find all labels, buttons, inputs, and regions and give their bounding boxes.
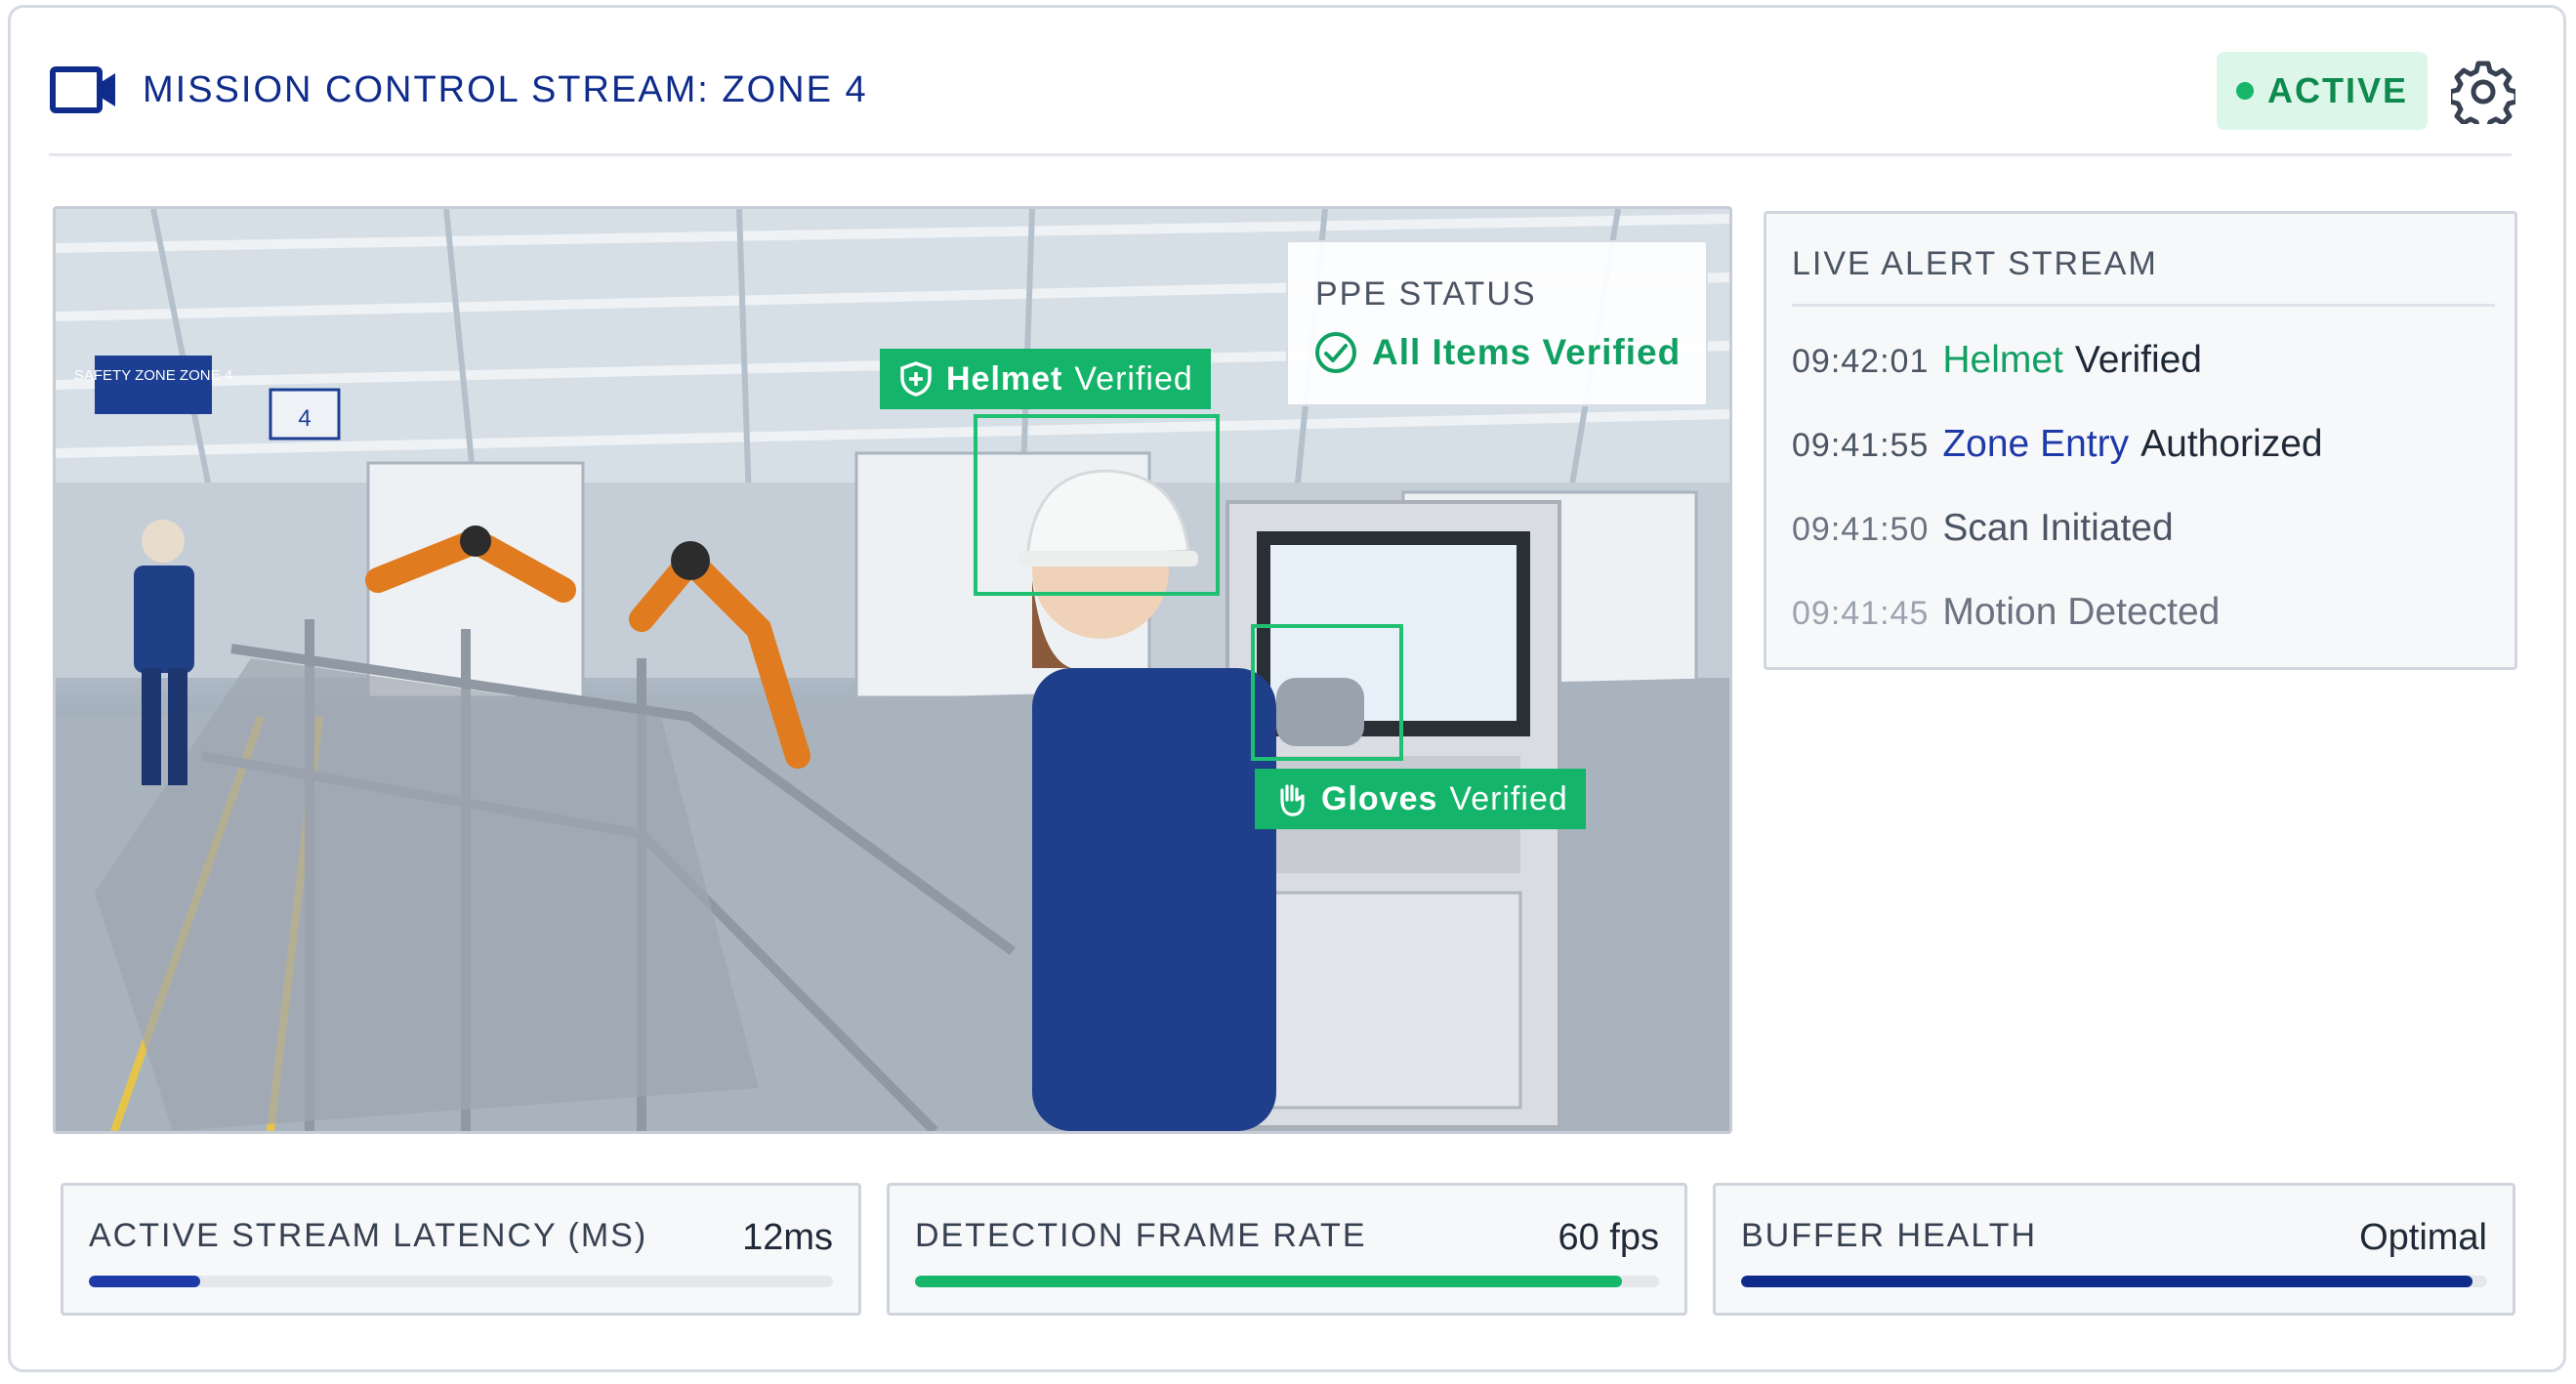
- alert-text: Motion Detected: [1942, 591, 2221, 633]
- sign-text: SAFETY ZONE ZONE 4: [74, 367, 232, 384]
- gloves-detection-item: Gloves: [1321, 779, 1438, 818]
- alert-text: Authorized: [2140, 423, 2323, 465]
- header-divider: [49, 153, 2512, 156]
- camera-feed[interactable]: SAFETY ZONE ZONE 4 4 PPE STATUS All Item…: [53, 206, 1732, 1134]
- helmet-detection-tag[interactable]: Helmet Verified: [880, 349, 1211, 409]
- ppe-status-value-row: All Items Verified: [1313, 330, 1681, 375]
- shield-plus-icon: [897, 360, 935, 398]
- status-dot-icon: [2235, 82, 2254, 100]
- buffer-health-metric-card: BUFFER HEALTH Optimal: [1713, 1183, 2515, 1316]
- alert-time: 09:42:01: [1792, 343, 1930, 380]
- status-label: ACTIVE: [2266, 70, 2408, 110]
- alert-text: Verified: [2074, 339, 2202, 381]
- alert-highlight: Zone Entry: [1942, 423, 2130, 465]
- ppe-status-panel: PPE STATUS All Items Verified: [1286, 240, 1708, 406]
- hand-icon: [1272, 780, 1309, 818]
- alert-stream-heading: LIVE ALERT STREAM: [1792, 245, 2158, 282]
- alert-highlight: Helmet: [1942, 339, 2063, 381]
- gloves-detection-box[interactable]: [1251, 624, 1403, 761]
- metric-value: 60 fps: [1558, 1217, 1659, 1258]
- metric-progress-fill: [915, 1276, 1622, 1287]
- ppe-status-value: All Items Verified: [1372, 332, 1682, 372]
- video-camera-icon: [49, 65, 119, 114]
- check-circle-icon: [1313, 330, 1358, 375]
- alert-time: 09:41:55: [1792, 427, 1930, 464]
- alert-item[interactable]: 09:41:45 Motion Detected: [1792, 591, 2220, 634]
- page-title: MISSION CONTROL STREAM: ZONE 4: [143, 68, 868, 110]
- frame-rate-metric-card: DETECTION FRAME RATE 60 fps: [887, 1183, 1687, 1316]
- alert-stream-divider: [1792, 304, 2495, 307]
- alert-time: 09:41:50: [1792, 511, 1930, 548]
- metric-progress-track: [89, 1276, 833, 1287]
- alert-time: 09:41:45: [1792, 595, 1930, 632]
- sign-number: 4: [298, 405, 311, 432]
- metric-label: BUFFER HEALTH: [1741, 1217, 2038, 1254]
- helmet-detection-box[interactable]: [974, 414, 1220, 596]
- helmet-detection-state: Verified: [1074, 359, 1193, 398]
- alert-text: Scan Initiated: [1942, 507, 2174, 549]
- alert-item[interactable]: 09:41:55 Zone Entry Authorized: [1792, 423, 2323, 466]
- metric-value: 12ms: [742, 1217, 833, 1258]
- metric-label: ACTIVE STREAM LATENCY (MS): [89, 1217, 648, 1254]
- live-alert-stream-panel: LIVE ALERT STREAM 09:42:01 Helmet Verifi…: [1764, 211, 2517, 670]
- gloves-detection-tag[interactable]: Gloves Verified: [1255, 769, 1586, 829]
- metric-progress-track: [915, 1276, 1659, 1287]
- header: MISSION CONTROL STREAM: ZONE 4: [49, 61, 868, 119]
- metric-progress-track: [1741, 1276, 2487, 1287]
- metric-progress-fill: [89, 1276, 201, 1287]
- status-badge: ACTIVE: [2217, 52, 2428, 130]
- gear-icon[interactable]: [2451, 60, 2515, 124]
- metric-value: Optimal: [2359, 1217, 2487, 1258]
- alert-item[interactable]: 09:42:01 Helmet Verified: [1792, 339, 2202, 382]
- metric-label: DETECTION FRAME RATE: [915, 1217, 1367, 1254]
- gloves-detection-state: Verified: [1449, 779, 1568, 818]
- helmet-detection-item: Helmet: [946, 359, 1063, 398]
- ppe-status-label: PPE STATUS: [1315, 275, 1537, 313]
- metric-progress-fill: [1741, 1276, 2472, 1287]
- alert-item[interactable]: 09:41:50 Scan Initiated: [1792, 507, 2174, 550]
- latency-metric-card: ACTIVE STREAM LATENCY (MS) 12ms: [61, 1183, 861, 1316]
